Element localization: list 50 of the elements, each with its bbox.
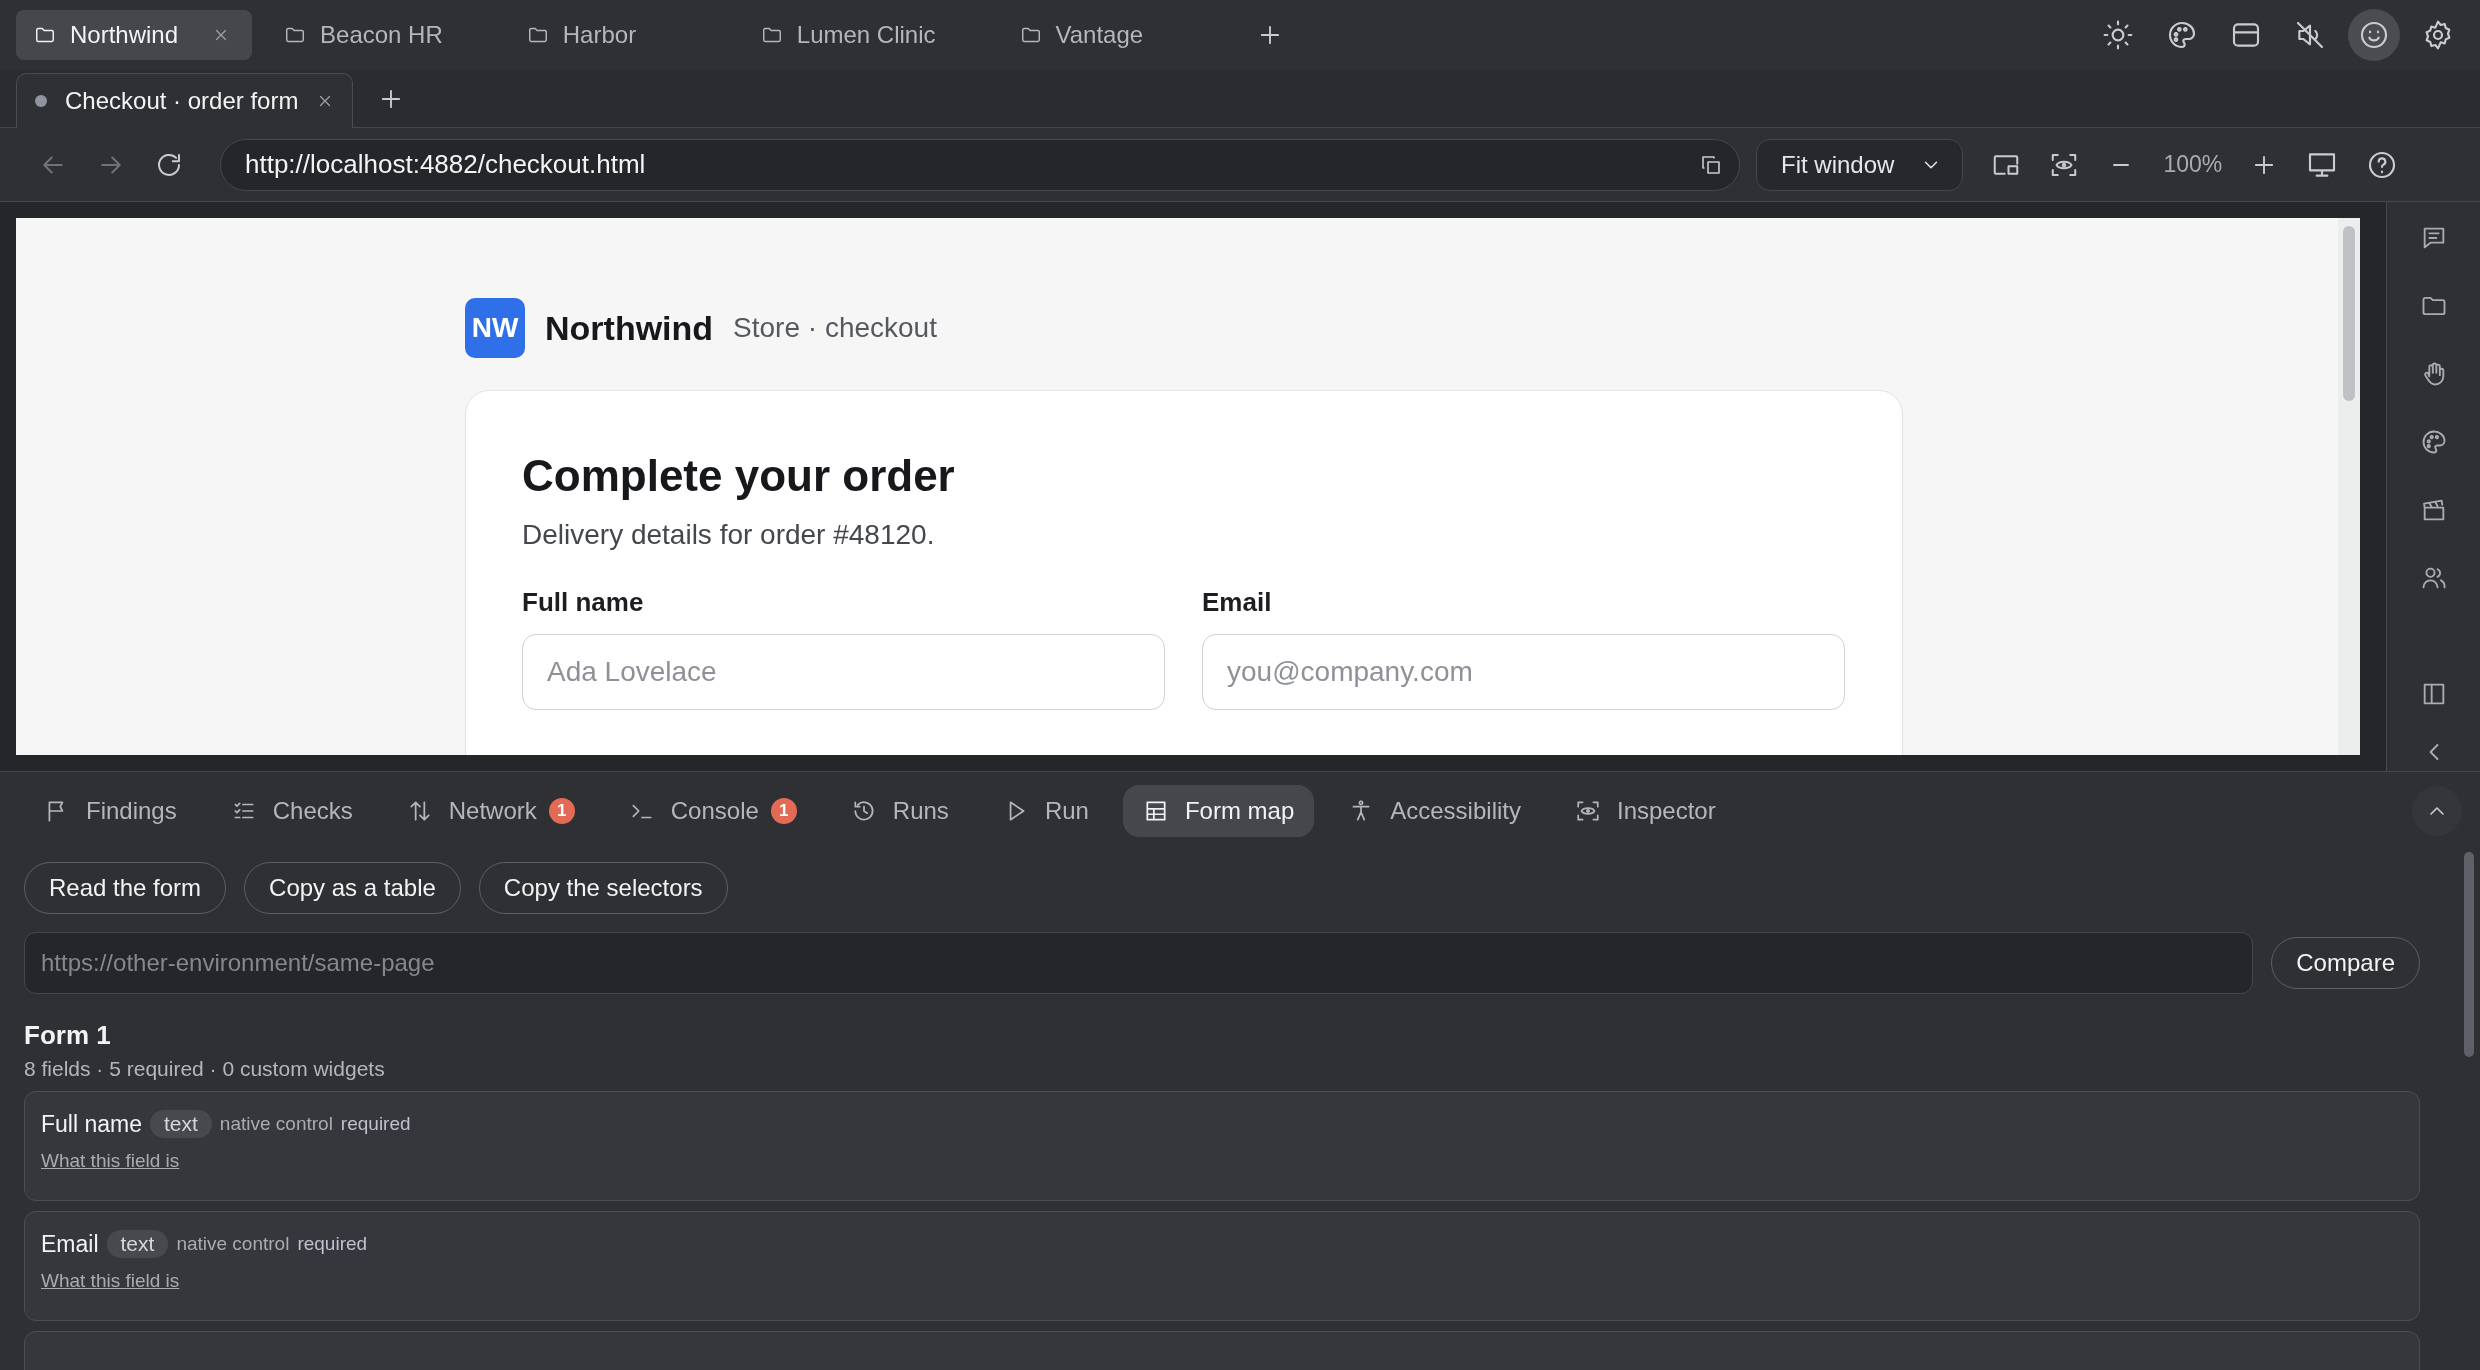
count-badge: 1 (548, 797, 575, 824)
form-summary: 8 fields · 5 required · 0 custom widgets (24, 1057, 386, 1081)
field-link[interactable]: What this field is (41, 1150, 180, 1172)
required-note: required (340, 1113, 411, 1135)
fit-dropdown[interactable]: Fit window (1756, 138, 1964, 191)
count-badge: 1 (770, 797, 797, 824)
palette-icon (2166, 19, 2198, 51)
control-note: native control (176, 1233, 290, 1255)
project-tab[interactable]: Vantage (1001, 10, 1222, 60)
scrollbar-thumb[interactable] (2464, 852, 2474, 1057)
devtools-tab[interactable]: Form map (1122, 784, 1315, 837)
project-tab[interactable]: Northwind (16, 10, 253, 60)
form-heading: Form 1 (24, 1020, 112, 1051)
smiley-icon (2358, 19, 2390, 51)
muted-speaker-icon (2294, 19, 2326, 51)
devtools-tab[interactable]: Checks (210, 784, 373, 837)
smiley-button[interactable] (2348, 9, 2400, 61)
devtools-tab[interactable]: Console 1 (608, 784, 817, 837)
form-title: Complete your order (522, 451, 956, 501)
devtools-tab[interactable]: Network 1 (386, 784, 595, 837)
devtools-tab[interactable]: Inspector (1554, 784, 1736, 837)
input-field[interactable]: you@company.com (1202, 634, 1845, 710)
field-name: Full name (41, 1110, 142, 1138)
zoom-level: 100% (2163, 151, 2223, 178)
field-link[interactable]: What this field is (41, 1270, 180, 1292)
field-name: Email (41, 1230, 99, 1258)
control-note: native control (219, 1113, 333, 1135)
devtools-tab[interactable]: Accessibility (1328, 784, 1541, 837)
field-label: Email (1202, 587, 1273, 618)
url-field[interactable]: https://other-environment/same-page (24, 932, 2254, 994)
input-field[interactable]: Ada Lovelace (522, 634, 1165, 710)
required-note: required (297, 1233, 368, 1255)
type-tag: text (150, 1110, 212, 1138)
brand-subtitle: Store · checkout (733, 312, 937, 344)
status-dot (35, 95, 47, 107)
type-tag: text (106, 1230, 169, 1258)
field-label: Full name (522, 587, 645, 618)
project-tab[interactable]: Beacon HR (266, 10, 495, 60)
devtools-tab[interactable]: Runs (830, 784, 969, 837)
page-tab[interactable]: Checkout · order form (16, 73, 354, 128)
project-tab[interactable]: Harbor (508, 10, 729, 60)
sun-icon (2102, 19, 2134, 51)
devtools-tab[interactable]: Run (982, 784, 1109, 837)
scrollbar-thumb[interactable] (2343, 226, 2355, 401)
devtools-tab[interactable]: Findings (24, 784, 197, 837)
address-field[interactable]: http://localhost:4882/checkout.html (220, 138, 1740, 191)
logo: NW (465, 298, 525, 358)
brand-name: Northwind (545, 308, 714, 348)
project-tab[interactable]: Lumen Clinic (742, 10, 988, 60)
form-description: Delivery details for order #48120. (522, 519, 936, 551)
